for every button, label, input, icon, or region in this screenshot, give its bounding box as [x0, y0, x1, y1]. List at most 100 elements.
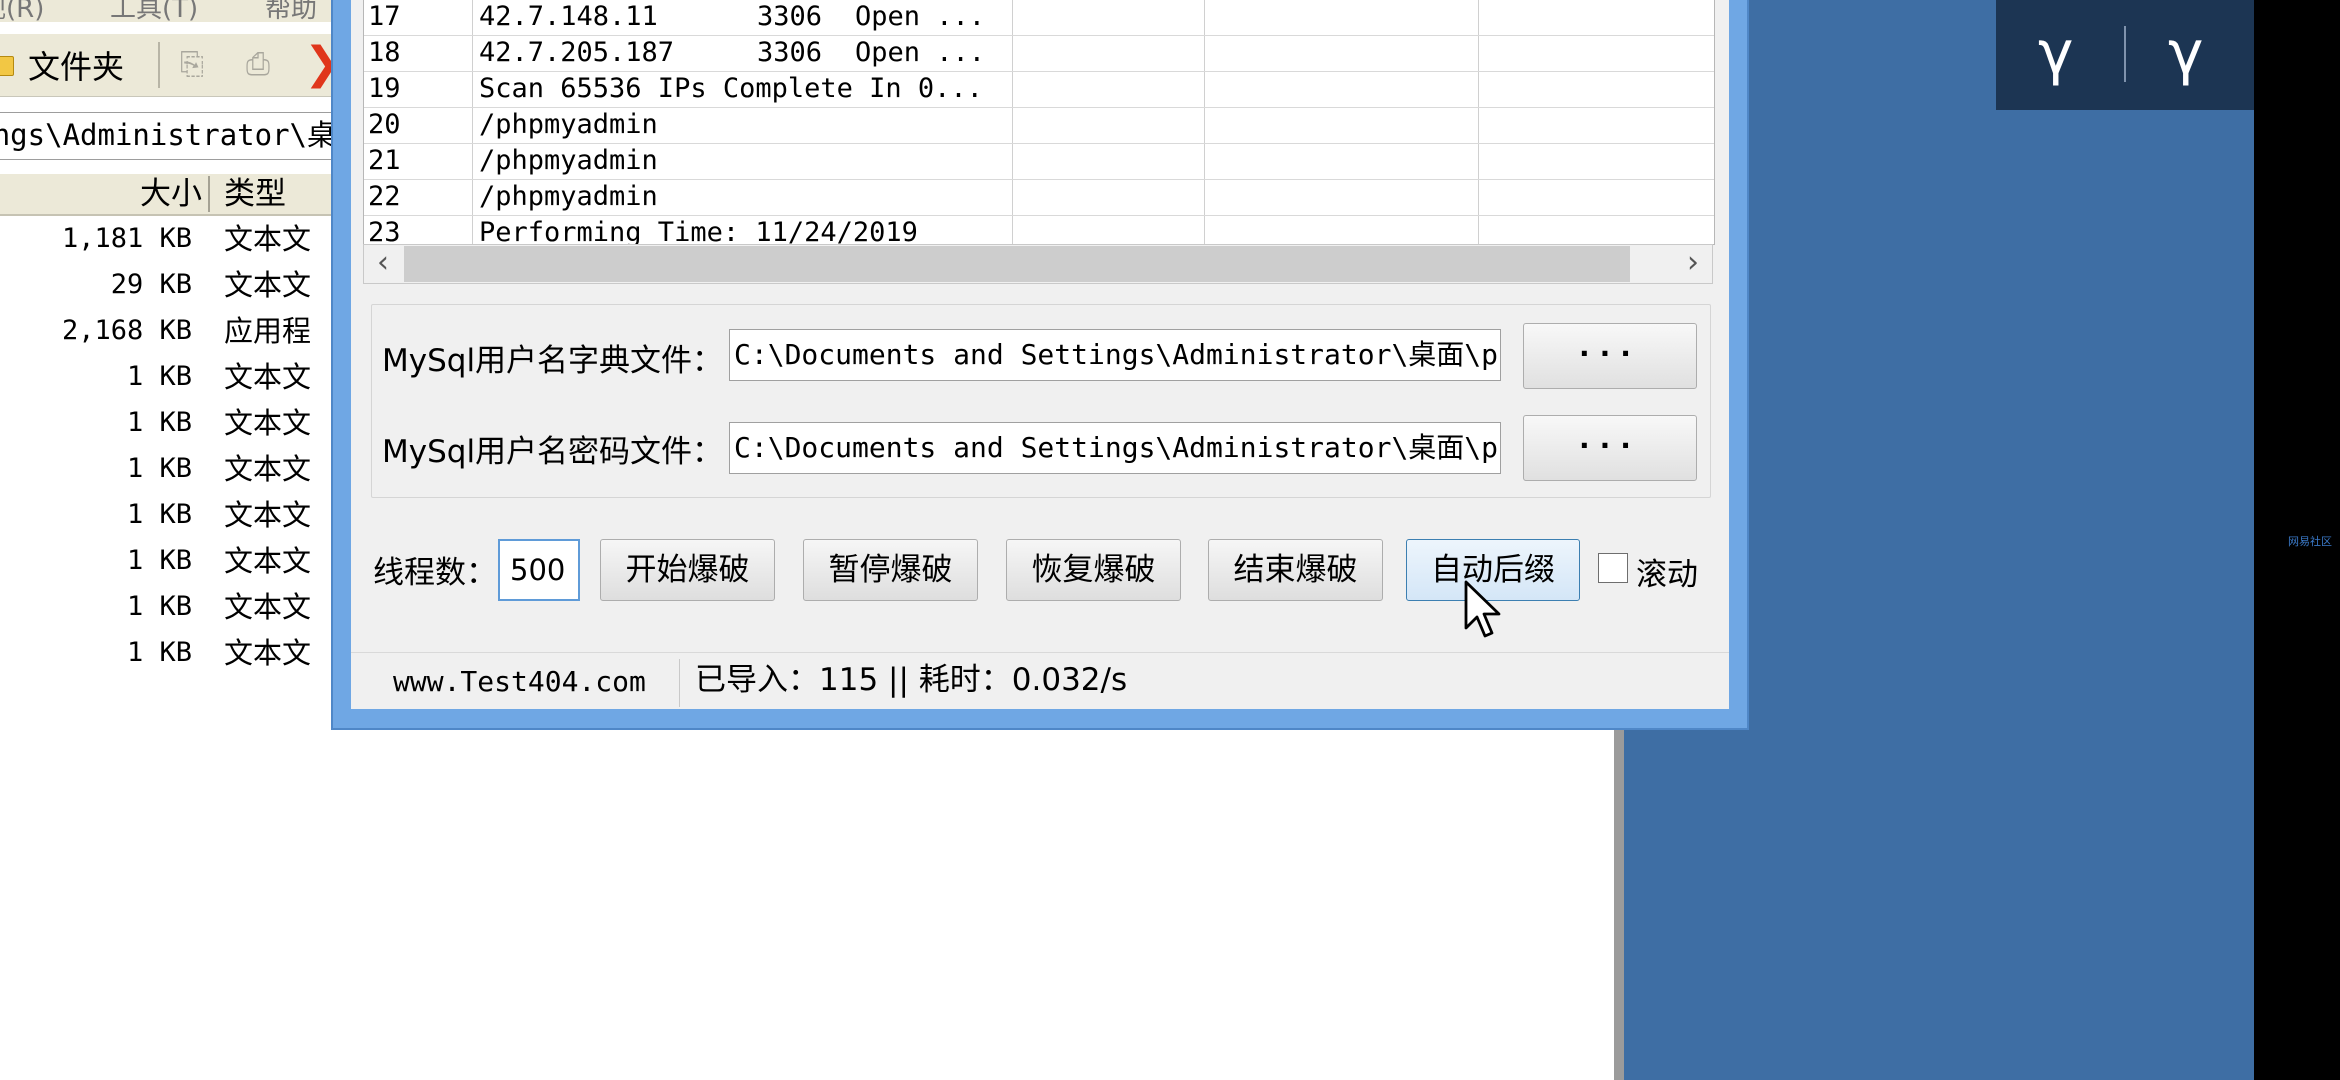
user-dict-path-input[interactable]: C:\Documents and Settings\Administrator\…: [729, 329, 1501, 381]
file-type: 文本文: [224, 222, 312, 256]
row-number: 17: [368, 1, 401, 32]
log-row[interactable]: 19 Scan 65536 IPs Complete In 0...: [364, 72, 1714, 108]
row-port: 3306: [757, 37, 823, 68]
folder-icon: [0, 56, 14, 76]
logo-divider: [2124, 26, 2126, 82]
folders-button[interactable]: 文件夹: [28, 42, 124, 88]
address-text: ings\Administrator\桌: [0, 118, 336, 152]
column-header-size[interactable]: 大小: [118, 174, 202, 214]
explorer-toolbar: 文件夹 ⎘ ⎙ ❯: [0, 34, 341, 97]
window-edge: [1614, 730, 1624, 1080]
row-value: Performing Time: 11/24/2019: [479, 217, 918, 245]
row-value: 42.7.205.187: [479, 37, 675, 68]
file-row[interactable]: 1 KB 文本文: [0, 446, 340, 492]
file-size: 1 KB: [126, 637, 192, 668]
pass-dict-browse-button[interactable]: ···: [1523, 415, 1697, 481]
status-site: www.Test404.com: [393, 665, 646, 698]
file-size: 1 KB: [126, 361, 192, 392]
logo-glyph-right: γ: [2168, 18, 2204, 88]
file-row[interactable]: 1,181 KB 文本文: [0, 216, 340, 262]
scroll-left-icon[interactable]: ‹: [366, 245, 400, 283]
results-list[interactable]: 17 42.7.148.11 3306 Open ... 18 42.7.205.187…: [363, 0, 1715, 245]
status-bar: www.Test404.com 已导入：115 || 耗时：0.032/s: [351, 652, 1729, 709]
row-value: /phpmyadmin: [479, 109, 658, 140]
logo-watermark: γ γ: [1996, 0, 2254, 110]
file-row[interactable]: 1 KB 文本文: [0, 584, 340, 630]
threads-input[interactable]: 500: [498, 539, 580, 601]
file-size: 1 KB: [126, 499, 192, 530]
row-value: /phpmyadmin: [479, 181, 658, 212]
column-divider[interactable]: [208, 176, 210, 212]
resume-crack-button[interactable]: 恢复爆破: [1006, 539, 1181, 601]
move-to-icon[interactable]: ⎘: [174, 48, 210, 82]
pass-dict-label: MySql用户名密码文件：: [382, 434, 724, 470]
row-value: 42.7.148.11: [479, 1, 658, 32]
scrollbar-thumb[interactable]: [404, 246, 1630, 282]
status-info: 已导入：115 || 耗时：0.032/s: [695, 662, 1128, 698]
horizontal-scrollbar[interactable]: ‹ ›: [363, 244, 1713, 284]
file-size: 1 KB: [126, 407, 192, 438]
file-type: 文本文: [224, 498, 312, 532]
status-divider: [679, 659, 680, 707]
watermark-text: 网易社区: [2288, 535, 2332, 548]
log-row[interactable]: 22/phpmyadmin: [364, 180, 1714, 216]
file-type: 文本文: [224, 636, 312, 670]
scroll-checkbox[interactable]: [1598, 553, 1628, 583]
file-type: 文本文: [224, 452, 312, 486]
file-size: 1 KB: [126, 545, 192, 576]
log-row[interactable]: 23 Performing Time: 11/24/2019: [364, 216, 1714, 245]
file-row[interactable]: 1 KB 文本文: [0, 538, 340, 584]
user-dict-label: MySql用户名字典文件：: [382, 343, 724, 379]
row-number: 20: [368, 109, 401, 140]
file-row[interactable]: 1 KB 文本文: [0, 400, 340, 446]
file-row[interactable]: 1 KB 文本文: [0, 354, 340, 400]
file-type: 文本文: [224, 590, 312, 624]
menu-item-view[interactable]: 视(R): [0, 0, 44, 22]
file-row[interactable]: 1 KB 文本文: [0, 492, 340, 538]
scroll-label: 滚动: [1636, 557, 1698, 593]
toolbar-separator: [158, 42, 160, 88]
row-port: 3306: [757, 1, 823, 32]
file-type: 文本文: [224, 360, 312, 394]
file-type: 文本文: [224, 544, 312, 578]
file-type: 应用程: [224, 314, 312, 348]
file-size: 1 KB: [126, 453, 192, 484]
pause-crack-button[interactable]: 暂停爆破: [803, 539, 978, 601]
address-bar[interactable]: ings\Administrator\桌: [0, 112, 341, 160]
row-status: Open ...: [855, 37, 986, 68]
log-row[interactable]: 21/phpmyadmin: [364, 144, 1714, 180]
logo-glyph-left: γ: [2038, 18, 2074, 88]
file-size: 1 KB: [126, 591, 192, 622]
row-number: 18: [368, 37, 401, 68]
file-size: 2,168 KB: [61, 315, 192, 346]
row-value: /phpmyadmin: [479, 145, 658, 176]
log-row[interactable]: 18 42.7.205.187 3306 Open ...: [364, 36, 1714, 72]
file-list-header: 大小 类型: [0, 174, 340, 216]
file-row[interactable]: 2,168 KB 应用程: [0, 308, 340, 354]
pass-dict-path-input[interactable]: C:\Documents and Settings\Administrator\…: [729, 422, 1501, 474]
row-value: Scan 65536 IPs Complete In 0...: [479, 73, 983, 104]
row-number: 22: [368, 181, 401, 212]
user-dict-browse-button[interactable]: ···: [1523, 323, 1697, 389]
stop-crack-button[interactable]: 结束爆破: [1208, 539, 1383, 601]
row-number: 23: [368, 217, 401, 245]
file-type: 文本文: [224, 268, 312, 302]
log-row[interactable]: 20/phpmyadmin: [364, 108, 1714, 144]
row-number: 19: [368, 73, 401, 104]
column-header-type[interactable]: 类型: [224, 174, 286, 214]
menu-item-tools[interactable]: 工具(T): [110, 0, 198, 22]
file-size: 1,181 KB: [61, 223, 192, 254]
copy-to-icon[interactable]: ⎙: [240, 48, 276, 82]
file-row[interactable]: 29 KB 文本文: [0, 262, 340, 308]
explorer-menubar: 视(R) 工具(T) 帮助: [0, 0, 340, 22]
file-type: 文本文: [224, 406, 312, 440]
start-crack-button[interactable]: 开始爆破: [600, 539, 775, 601]
file-row[interactable]: 1 KB 文本文: [0, 630, 340, 676]
log-row[interactable]: 17 42.7.148.11 3306 Open ...: [364, 0, 1714, 36]
menu-item-help[interactable]: 帮助: [265, 0, 317, 22]
scroll-right-icon[interactable]: ›: [1676, 245, 1710, 283]
row-number: 21: [368, 145, 401, 176]
threads-label: 线程数：: [373, 555, 497, 591]
mouse-cursor-icon: [1464, 580, 1501, 638]
file-size: 29 KB: [110, 269, 192, 300]
